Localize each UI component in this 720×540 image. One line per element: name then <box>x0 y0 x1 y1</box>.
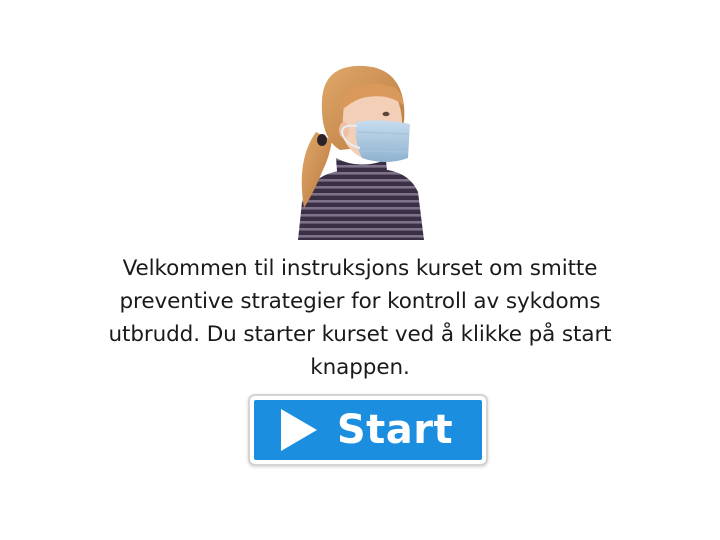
child-with-face-mask-image <box>292 60 428 240</box>
start-button-label: Start <box>336 407 454 453</box>
start-button[interactable]: Start <box>248 394 488 466</box>
start-button-face[interactable]: Start <box>254 400 482 460</box>
play-icon <box>277 407 321 453</box>
welcome-message: Velkommen til instruksjons kurset om smi… <box>108 256 612 380</box>
